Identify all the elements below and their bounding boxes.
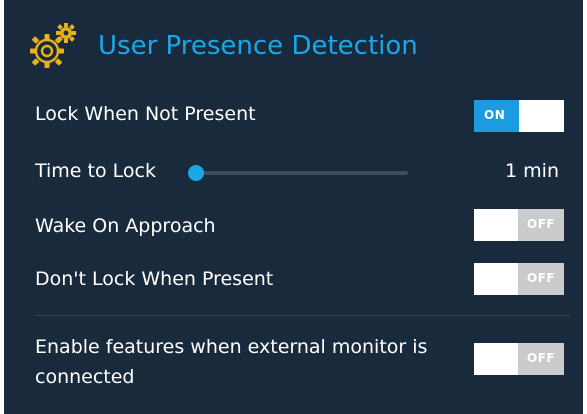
external-monitor-label: Enable features when external monitor is…	[35, 336, 428, 388]
toggle-state-text: OFF	[527, 271, 556, 285]
panel-title: User Presence Detection	[98, 31, 418, 61]
time-to-lock-value: 1 min	[505, 160, 559, 182]
wake-on-approach-toggle[interactable]: OFF	[474, 209, 564, 241]
toggle-state-text: ON	[484, 108, 506, 122]
time-to-lock-slider-thumb[interactable]	[188, 165, 204, 181]
dont-lock-when-present-toggle[interactable]: OFF	[474, 263, 564, 295]
panel-header: User Presence Detection	[26, 22, 546, 72]
gears-icon	[30, 23, 76, 68]
wake-on-approach-label: Wake On Approach	[35, 215, 216, 237]
toggle-state-text: OFF	[527, 351, 556, 365]
time-to-lock-slider-track[interactable]	[196, 171, 408, 175]
lock-when-not-present-toggle[interactable]: ON	[474, 100, 564, 132]
section-divider	[35, 315, 570, 316]
toggle-knob	[474, 263, 518, 295]
external-monitor-toggle[interactable]: OFF	[474, 343, 564, 375]
toggle-state-text: OFF	[527, 217, 556, 231]
user-presence-panel: User Presence Detection Lock When Not Pr…	[4, 0, 583, 414]
dont-lock-when-present-label: Don't Lock When Present	[35, 268, 274, 290]
lock-when-not-present-label: Lock When Not Present	[35, 103, 256, 125]
toggle-knob	[474, 343, 518, 375]
time-to-lock-label: Time to Lock	[35, 160, 156, 182]
toggle-knob	[519, 100, 564, 132]
toggle-knob	[474, 209, 518, 241]
